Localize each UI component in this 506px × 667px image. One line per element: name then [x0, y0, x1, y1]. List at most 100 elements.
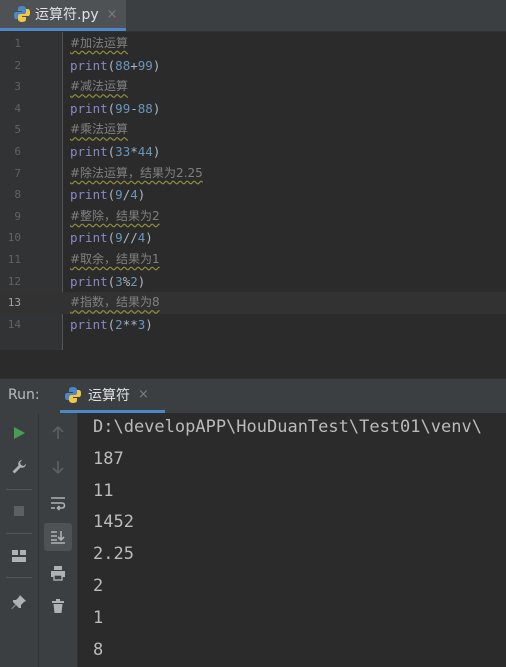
builtin-function: print [70, 230, 108, 246]
wrench-icon [12, 460, 26, 474]
editor-tab[interactable]: 运算符.py × [0, 0, 126, 31]
console-output-line: 187 [93, 448, 124, 469]
number-literal: 9 [115, 187, 123, 203]
soft-wrap-icon [51, 497, 66, 511]
code-comment: #指数，结果为8 [70, 295, 160, 310]
line-number: 1 [14, 37, 21, 50]
code-line[interactable]: 8 print(9/4) [0, 184, 506, 206]
run-tool-window-header: Run: 运算符 × [0, 378, 506, 413]
builtin-function: print [70, 100, 108, 116]
line-number: 8 [14, 188, 21, 202]
number-literal: 33 [115, 144, 131, 159]
console-output[interactable]: D:\developAPP\HouDuanTest\Test01\venv\ 18… [78, 413, 506, 667]
python-run-config-icon [65, 386, 81, 403]
rerun-button[interactable] [5, 419, 33, 447]
builtin-function: print [70, 273, 108, 289]
toolbar-separator [6, 533, 32, 534]
code-line[interactable]: 7 #除法运算，结果为2.25 [0, 163, 506, 185]
code-line[interactable]: 13 #指数，结果为8 [0, 292, 506, 314]
run-config-tab[interactable]: 运算符 × [60, 379, 165, 413]
line-number: 3 [14, 80, 21, 94]
restore-layout-button[interactable] [5, 542, 33, 570]
pin-tab-button[interactable] [5, 588, 33, 616]
code-comment: #整除，结果为2 [70, 208, 160, 223]
run-tab-close-icon[interactable]: × [138, 387, 149, 402]
code-token: ** [122, 316, 138, 332]
run-toolbar-primary [0, 413, 39, 667]
line-number: 14 [7, 317, 21, 331]
pin-icon [11, 595, 26, 609]
run-toolbar-secondary [39, 413, 78, 667]
line-number: 9 [14, 209, 21, 223]
code-line[interactable]: 1 #加法运算 [0, 33, 506, 55]
code-token: + [130, 57, 138, 73]
code-line[interactable]: 3 #减法运算 [0, 76, 506, 98]
code-token: ) [137, 187, 146, 203]
stop-icon [14, 506, 24, 516]
clear-all-button[interactable] [44, 592, 72, 620]
number-literal: 99 [137, 57, 153, 73]
scroll-to-end-button[interactable] [44, 523, 72, 551]
line-number: 2 [14, 58, 21, 72]
print-button[interactable] [44, 559, 72, 587]
modify-run-config-button[interactable] [5, 453, 33, 481]
code-line[interactable]: 11 #取余，结果为1 [0, 249, 506, 271]
number-literal: 88 [115, 57, 131, 73]
run-icon [14, 427, 25, 439]
number-literal: 2 [130, 273, 138, 289]
code-editor[interactable]: 1 #加法运算 2 print(88+99) 3 #减法运算 4 print(99-88) 5 #… [0, 32, 506, 350]
run-config-tab-label: 运算符 [88, 387, 130, 404]
editor-tab-close-icon[interactable]: × [107, 7, 118, 22]
code-comment: #加法运算 [70, 36, 129, 50]
code-line[interactable]: 12 print(3%2) [0, 271, 506, 293]
code-statement: print(2**3) [70, 314, 153, 336]
code-line[interactable]: 5 #乘法运算 [0, 119, 506, 141]
line-number: 4 [14, 101, 21, 115]
line-number: 5 [14, 123, 21, 137]
number-literal: 2 [115, 316, 123, 332]
console-command-line: D:\developAPP\HouDuanTest\Test01\venv\ [93, 417, 482, 437]
number-literal: 44 [137, 144, 153, 159]
code-token: ) [145, 230, 153, 246]
console-output-line: 8 [93, 639, 104, 660]
editor-tab-label: 运算符.py [35, 7, 99, 23]
code-line[interactable]: 14 print(2**3) [0, 314, 506, 336]
next-occurrence-button[interactable] [44, 453, 72, 481]
code-token: - [130, 100, 138, 116]
line-number: 10 [7, 231, 21, 245]
number-literal: 3 [115, 273, 123, 289]
code-token: ) [152, 100, 161, 116]
code-token: ) [137, 273, 146, 289]
code-statement: print(33*44) [70, 141, 160, 163]
number-literal: 99 [115, 100, 131, 116]
soft-wrap-button[interactable] [44, 489, 72, 517]
code-comment: #取余，结果为1 [70, 252, 160, 266]
arrow-down-icon [52, 461, 64, 474]
arrow-up-icon [52, 426, 64, 439]
code-line[interactable]: 4 print(99-88) [0, 98, 506, 120]
toolbar-separator [6, 489, 32, 490]
code-comment: #乘法运算 [70, 122, 129, 137]
code-line[interactable]: 10 print(9//4) [0, 227, 506, 249]
code-line[interactable]: 2 print(88+99) [0, 55, 506, 77]
number-literal: 88 [137, 100, 153, 116]
code-statement: print(9//4) [70, 227, 153, 249]
code-token: ) [145, 316, 153, 332]
stop-button[interactable] [5, 497, 33, 525]
number-literal: 4 [130, 187, 138, 203]
scroll-to-end-icon [51, 531, 65, 544]
python-file-icon [14, 6, 30, 22]
code-token: // [122, 230, 138, 246]
number-literal: 9 [115, 230, 123, 246]
run-window-title: Run: [8, 387, 40, 403]
line-number: 12 [7, 274, 21, 288]
code-token: ) [152, 144, 161, 159]
previous-occurrence-button[interactable] [44, 419, 72, 447]
line-number: 11 [7, 253, 21, 266]
layout-icon [12, 550, 26, 562]
line-number: 7 [14, 166, 21, 180]
code-line[interactable]: 6 print(33*44) [0, 141, 506, 163]
code-line[interactable]: 9 #整除，结果为2 [0, 206, 506, 228]
console-output-line: 1452 [93, 512, 134, 533]
builtin-function: print [70, 187, 108, 203]
